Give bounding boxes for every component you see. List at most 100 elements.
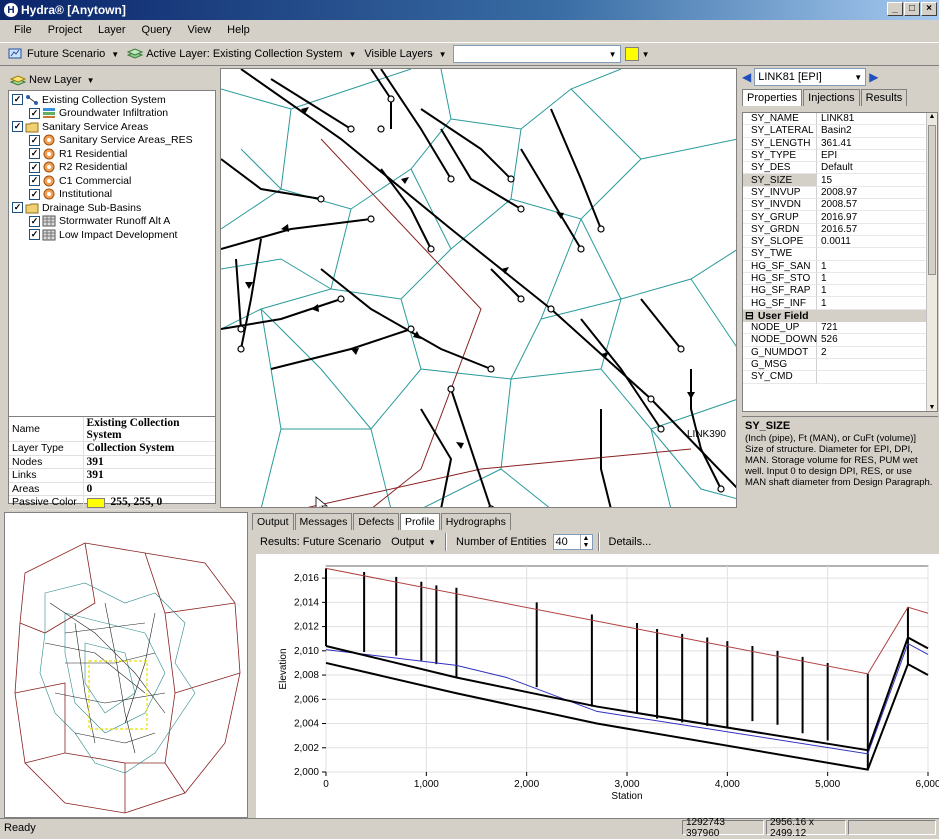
property-row[interactable]: SY_NAME LINK81	[743, 113, 937, 126]
property-row[interactable]: SY_SLOPE 0.0011	[743, 235, 937, 249]
property-row[interactable]: SY_SIZE 15	[743, 174, 937, 187]
checkbox[interactable]: ✓	[12, 202, 23, 214]
layer-sanitary-res[interactable]: ✓ Sanitary Service Areas_RES	[9, 134, 215, 148]
checkbox[interactable]: ✓	[29, 229, 40, 241]
property-row[interactable]: G_NUMDOT 2	[743, 346, 937, 359]
next-arrow-icon[interactable]: ▶	[869, 70, 878, 84]
layer-stormwater[interactable]: ✓ Stormwater Runoff Alt A	[9, 215, 215, 229]
property-value[interactable]	[817, 371, 937, 384]
minimize-button[interactable]: _	[887, 2, 903, 16]
property-value[interactable]	[817, 359, 937, 372]
property-row[interactable]: SY_TWE	[743, 248, 937, 261]
property-value[interactable]: 15	[817, 174, 937, 187]
tab-results[interactable]: Results	[860, 89, 908, 106]
network-map[interactable]: LINK390	[221, 69, 737, 508]
layer-existing-collection[interactable]: ✓ Existing Collection System	[9, 93, 215, 107]
scroll-thumb[interactable]	[928, 125, 936, 275]
details-button[interactable]: Details...	[605, 536, 656, 548]
checkbox[interactable]: ✓	[29, 161, 40, 173]
checkbox[interactable]: ✓	[29, 175, 40, 187]
property-row[interactable]: SY_INVUP 2008.97	[743, 186, 937, 200]
map-link-label[interactable]: LINK390	[687, 429, 726, 440]
property-row[interactable]: HG_SF_INF 1	[743, 297, 937, 310]
property-grid[interactable]: SY_NAME LINK81 SY_LATERAL Basin2 SY_LENGTH 36…	[742, 112, 938, 412]
property-row[interactable]: SY_GRUP 2016.97	[743, 211, 937, 224]
property-value[interactable]: 1	[817, 285, 937, 298]
menu-view[interactable]: View	[179, 24, 219, 36]
tab-properties[interactable]: Properties	[742, 89, 803, 106]
property-value[interactable]: 2016.57	[817, 224, 937, 236]
output-dropdown[interactable]: Output ▼	[387, 536, 440, 548]
scroll-up-icon[interactable]: ▲	[927, 113, 937, 123]
vertical-scrollbar[interactable]: ▲ ▼	[926, 113, 937, 411]
checkbox[interactable]: ✓	[12, 121, 23, 133]
layer-drainage[interactable]: ✓ Drainage Sub-Basins	[9, 201, 215, 215]
stepper-arrows-icon[interactable]: ▲ ▼	[579, 535, 592, 549]
checkbox[interactable]: ✓	[12, 94, 23, 106]
checkbox[interactable]: ✓	[29, 134, 40, 146]
property-value[interactable]: 1	[817, 273, 937, 286]
property-value[interactable]: 2	[817, 347, 937, 359]
tab-defects[interactable]: Defects	[353, 513, 399, 530]
layer-sanitary[interactable]: ✓ Sanitary Service Areas	[9, 120, 215, 134]
property-value[interactable]: 0.0011	[817, 236, 937, 249]
property-row[interactable]: SY_TYPE EPI	[743, 149, 937, 163]
maximize-button[interactable]: □	[904, 2, 920, 16]
profile-chart[interactable]: 0 1,000 2,000 3,000 4,000 5,000 6,000 2,000 2,00…	[256, 554, 939, 818]
property-row[interactable]: SY_DES Default	[743, 162, 937, 175]
new-layer-button[interactable]: New Layer ▼	[4, 70, 216, 90]
property-row[interactable]: SY_LATERAL Basin2	[743, 125, 937, 138]
property-value[interactable]	[817, 248, 937, 261]
property-value[interactable]: 526	[817, 334, 937, 347]
menu-layer[interactable]: Layer	[90, 24, 134, 36]
property-value[interactable]: 721	[817, 322, 937, 335]
property-value[interactable]: 1	[817, 297, 937, 310]
property-value[interactable]: Basin2	[817, 125, 937, 138]
layer-institutional[interactable]: ✓ Institutional	[9, 188, 215, 202]
property-value[interactable]: 2008.57	[817, 199, 937, 212]
property-row[interactable]: SY_LENGTH 361.41	[743, 137, 937, 150]
property-value[interactable]: EPI	[817, 150, 937, 163]
results-dropdown[interactable]: Results: Future Scenario	[256, 536, 385, 548]
property-value[interactable]: 2008.97	[817, 187, 937, 200]
checkbox[interactable]: ✓	[29, 107, 40, 119]
link-selector[interactable]: LINK81 [EPI] ▼	[754, 68, 867, 86]
checkbox[interactable]: ✓	[29, 148, 40, 160]
layer-c1[interactable]: ✓ C1 Commercial	[9, 174, 215, 188]
property-value[interactable]: 361.41	[817, 138, 937, 150]
property-row[interactable]: SY_GRDN 2016.57	[743, 223, 937, 236]
previous-arrow-icon[interactable]: ◀	[742, 70, 751, 84]
collapse-icon[interactable]: ⊟	[745, 310, 754, 322]
scenario-dropdown[interactable]: Future Scenario ▼	[4, 47, 123, 61]
search-combo[interactable]: ▼	[452, 45, 621, 63]
tab-profile[interactable]: Profile	[400, 513, 440, 530]
entities-value[interactable]: 40	[556, 536, 568, 548]
tab-injections[interactable]: Injections	[803, 89, 860, 106]
property-row[interactable]: HG_SF_SAN 1	[743, 260, 937, 273]
tab-messages[interactable]: Messages	[294, 513, 353, 530]
checkbox[interactable]: ✓	[29, 188, 40, 200]
property-row[interactable]: G_MSG	[743, 358, 937, 372]
property-row[interactable]: NODE_DOWN 526	[743, 334, 937, 347]
menu-file[interactable]: File	[6, 24, 40, 36]
close-button[interactable]: ×	[921, 2, 937, 16]
passive-color-value[interactable]: 255, 255, 0	[83, 495, 215, 510]
passive-color-swatch[interactable]	[86, 497, 105, 508]
property-row[interactable]: HG_SF_RAP 1	[743, 285, 937, 298]
property-row[interactable]: HG_SF_STO 1	[743, 272, 937, 286]
property-value[interactable]: 1	[817, 261, 937, 273]
category-user-field[interactable]: ⊟ User Field	[743, 309, 937, 323]
overview-map[interactable]	[4, 512, 248, 818]
property-row[interactable]: SY_CMD	[743, 371, 937, 384]
layer-r2[interactable]: ✓ R2 Residential	[9, 161, 215, 175]
map-canvas[interactable]: LINK390	[220, 68, 737, 508]
menu-project[interactable]: Project	[40, 24, 90, 36]
property-row[interactable]: NODE_UP 721	[743, 322, 937, 335]
layer-lid[interactable]: ✓ Low Impact Development	[9, 228, 215, 242]
checkbox[interactable]: ✓	[29, 215, 40, 227]
property-value[interactable]: 2016.97	[817, 211, 937, 224]
active-layer-dropdown[interactable]: Active Layer: Existing Collection System…	[123, 47, 360, 61]
layer-groundwater[interactable]: ✓ Groundwater Infiltration	[9, 107, 215, 121]
menu-query[interactable]: Query	[134, 24, 180, 36]
property-value[interactable]: Default	[817, 162, 937, 175]
